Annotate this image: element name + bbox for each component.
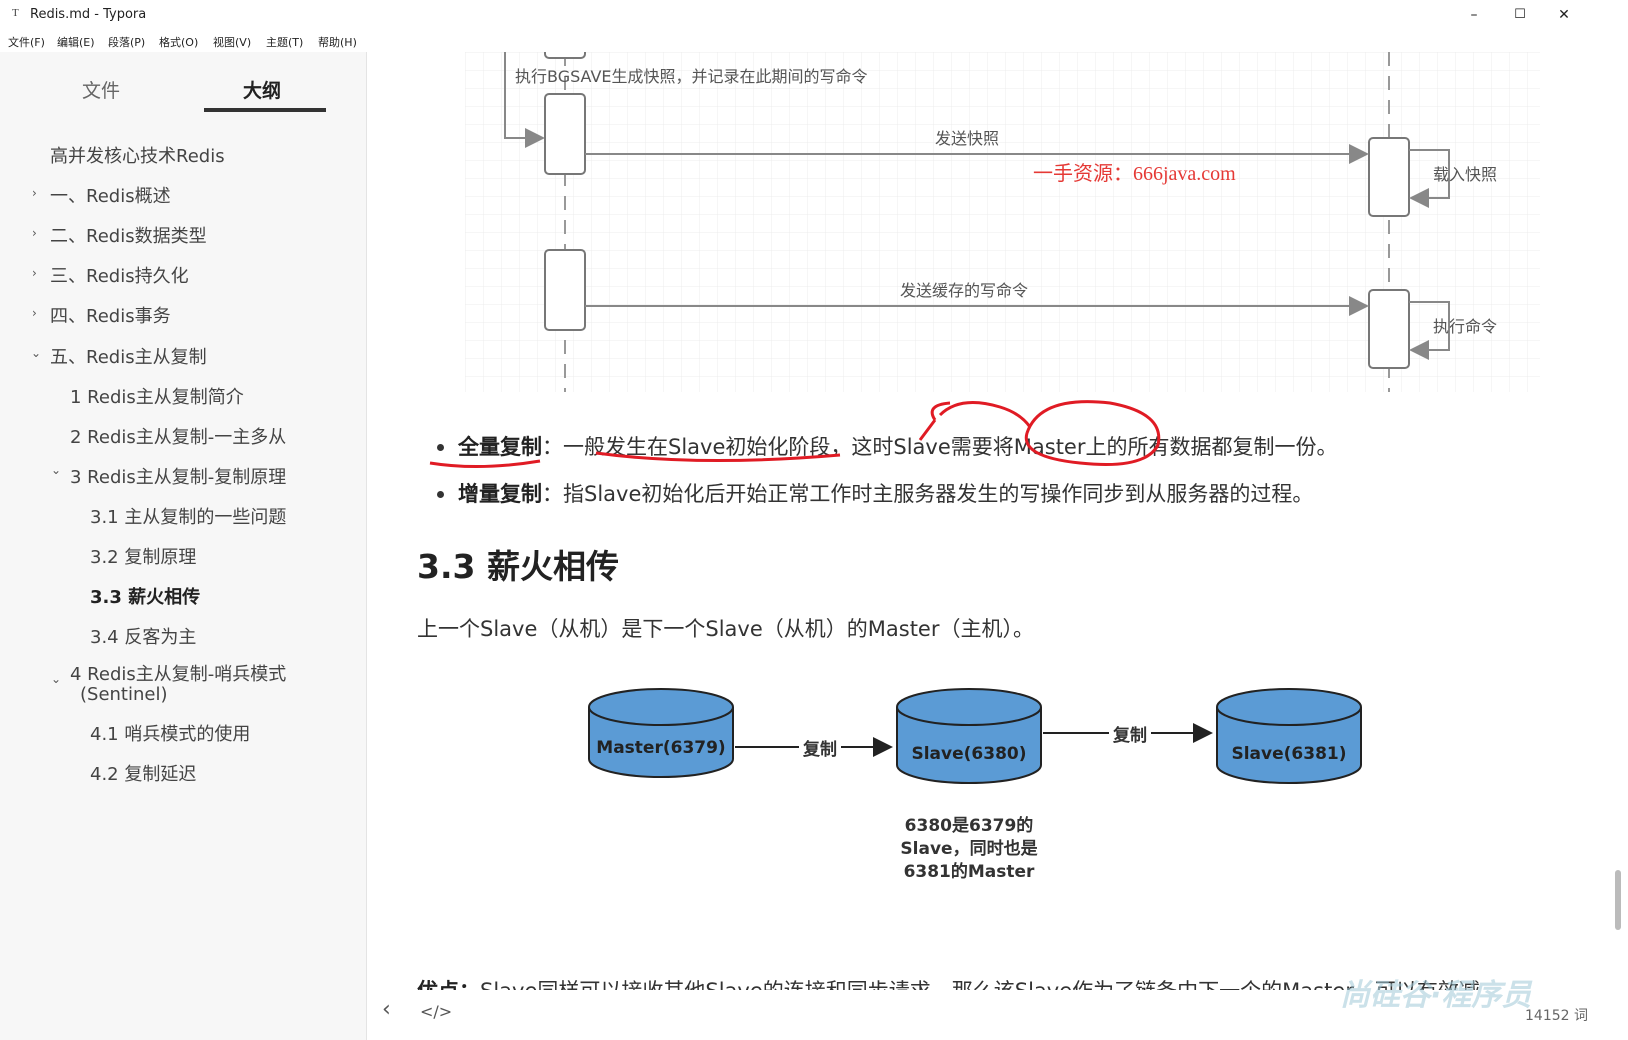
sync-sequence-diagram: 执行BGSAVE生成快照，并记录在此期间的写命令 发送快照 载入快照 发送缓存的…	[465, 52, 1540, 392]
chevron-right-icon[interactable]: ›	[32, 226, 37, 240]
menu-edit[interactable]: 编辑(E)	[57, 34, 95, 50]
outline-item[interactable]: 3.2 复制原理	[90, 543, 196, 569]
red-annotation-strokes	[429, 400, 1161, 469]
minimize-button[interactable]: –	[1452, 2, 1496, 28]
active-tab-indicator	[204, 108, 326, 112]
activation-box	[544, 52, 586, 59]
outline-item[interactable]: 1 Redis主从复制简介	[70, 383, 244, 409]
close-button[interactable]: ✕	[1542, 2, 1586, 28]
circle-stroke	[1024, 400, 1161, 467]
outline-item[interactable]: 二、Redis数据类型	[50, 222, 207, 248]
chevron-down-icon[interactable]: ⌄	[51, 672, 61, 686]
underline-stroke	[429, 459, 541, 469]
chevron-down-icon[interactable]: ⌄	[51, 463, 61, 477]
title-bar: T Redis.md - Typora – ☐ ✕	[0, 0, 1628, 30]
outline-item-continuation[interactable]: (Sentinel)	[80, 684, 168, 705]
caption-line: Slave，同时也是	[900, 838, 1037, 859]
database-top	[1216, 688, 1362, 726]
outline-item[interactable]: 3.1 主从复制的一些问题	[90, 503, 286, 529]
menu-theme[interactable]: 主题(T)	[266, 34, 303, 50]
chevron-right-icon[interactable]: ›	[32, 306, 37, 320]
caption-line: 6380是6379的	[905, 815, 1034, 836]
paragraph: 上一个Slave（从机）是下一个Slave（从机）的Master（主机）。	[417, 617, 1034, 641]
word-count[interactable]: 14152 词	[1525, 1005, 1588, 1025]
back-arrow-icon[interactable]: ‹	[382, 997, 391, 1022]
source-code-toggle-icon[interactable]: </>	[420, 1002, 452, 1021]
database-top	[588, 688, 734, 726]
bullet-marker	[437, 491, 444, 498]
bullet-incremental-sync: 增量复制：指Slave初始化后开始正常工作时主服务器发生的写操作同步到从服务器的…	[458, 478, 1313, 508]
underline-stroke	[595, 451, 841, 463]
watermark: 尚硅谷·程序员	[1340, 978, 1532, 1013]
menu-file[interactable]: 文件(F)	[8, 34, 45, 50]
edge-label: 复制	[802, 739, 837, 760]
outline-item[interactable]: 3 Redis主从复制-复制原理	[70, 463, 286, 489]
menu-bar: 文件(F) 编辑(E) 段落(P) 格式(O) 视图(V) 主题(T) 帮助(H…	[0, 31, 1628, 51]
menu-format[interactable]: 格式(O)	[159, 34, 198, 50]
maximize-button[interactable]: ☐	[1498, 2, 1542, 28]
chevron-down-icon[interactable]: ⌄	[31, 346, 41, 360]
outline-item[interactable]: 三、Redis持久化	[50, 262, 189, 288]
caption-line: 6381的Master	[904, 861, 1035, 882]
replication-chain-diagram: Master(6379) Slave(6380) Slave(6381) 复制 …	[588, 688, 1362, 882]
activation-box	[544, 249, 586, 331]
outline-item[interactable]: 五、Redis主从复制	[50, 343, 207, 369]
promo-text: 一手资源：666java.com	[1033, 162, 1236, 185]
sidebar: 文件 大纲 高并发核心技术Redis › 一、Redis概述 › 二、Redis…	[0, 52, 367, 1040]
outline-item[interactable]: 高并发核心技术Redis	[50, 142, 225, 168]
tab-files[interactable]: 文件	[82, 76, 120, 103]
section-heading: 3.3 薪火相传	[417, 547, 619, 586]
send-snapshot-label: 发送快照	[935, 129, 999, 148]
activation-box	[1368, 289, 1410, 369]
chevron-right-icon[interactable]: ›	[32, 186, 37, 200]
menu-help[interactable]: 帮助(H)	[318, 34, 357, 50]
send-buffered-label: 发送缓存的写命令	[900, 281, 1028, 300]
node-label-master-6379: Master(6379)	[596, 738, 725, 758]
window-title: Redis.md - Typora	[30, 7, 147, 22]
chevron-right-icon[interactable]: ›	[32, 266, 37, 280]
outline-item[interactable]: 4 Redis主从复制-哨兵模式	[70, 660, 286, 686]
tab-outline[interactable]: 大纲	[243, 76, 281, 103]
bullet-term: 增量复制	[458, 482, 542, 506]
node-label-slave-6380: Slave(6380)	[911, 744, 1026, 764]
database-top	[896, 688, 1042, 726]
activation-box	[1368, 137, 1410, 217]
outline-item[interactable]: 4.2 复制延迟	[90, 760, 196, 786]
edge-label: 复制	[1112, 725, 1147, 746]
typora-app-icon: T	[12, 7, 19, 19]
exec-command-label: 执行命令	[1433, 317, 1497, 336]
outline-item[interactable]: 2 Redis主从复制-一主多从	[70, 423, 286, 449]
outline-item[interactable]: 4.1 哨兵模式的使用	[90, 720, 250, 746]
outline-item[interactable]: 3.4 反客为主	[90, 623, 196, 649]
node-label-slave-6381: Slave(6381)	[1231, 744, 1346, 764]
outline-item[interactable]: 一、Redis概述	[50, 182, 171, 208]
activation-box	[544, 93, 586, 175]
outline-item[interactable]: 四、Redis事务	[50, 302, 171, 328]
load-snapshot-label: 载入快照	[1433, 165, 1497, 184]
bullet-text: ：指Slave初始化后开始正常工作时主服务器发生的写操作同步到从服务器的过程。	[542, 482, 1314, 506]
bgsave-note: 执行BGSAVE生成快照，并记录在此期间的写命令	[515, 67, 868, 86]
menu-view[interactable]: 视图(V)	[213, 34, 251, 50]
scrollbar-thumb[interactable]	[1615, 870, 1621, 930]
curved-arrow-stroke	[938, 401, 1032, 428]
menu-paragraph[interactable]: 段落(P)	[108, 34, 145, 50]
outline-item-active[interactable]: 3.3 薪火相传	[90, 583, 200, 609]
